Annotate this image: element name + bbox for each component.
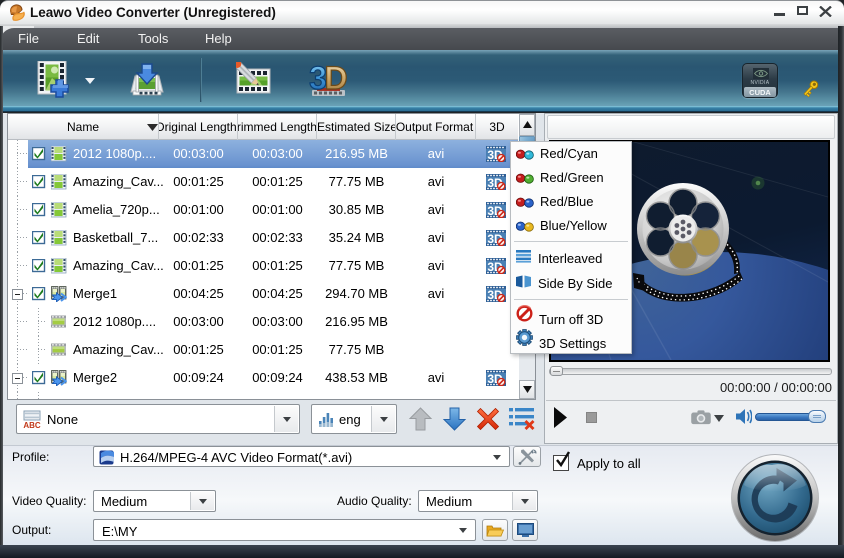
- svg-text:ABC: ABC: [23, 421, 41, 429]
- svg-text:D: D: [324, 61, 347, 96]
